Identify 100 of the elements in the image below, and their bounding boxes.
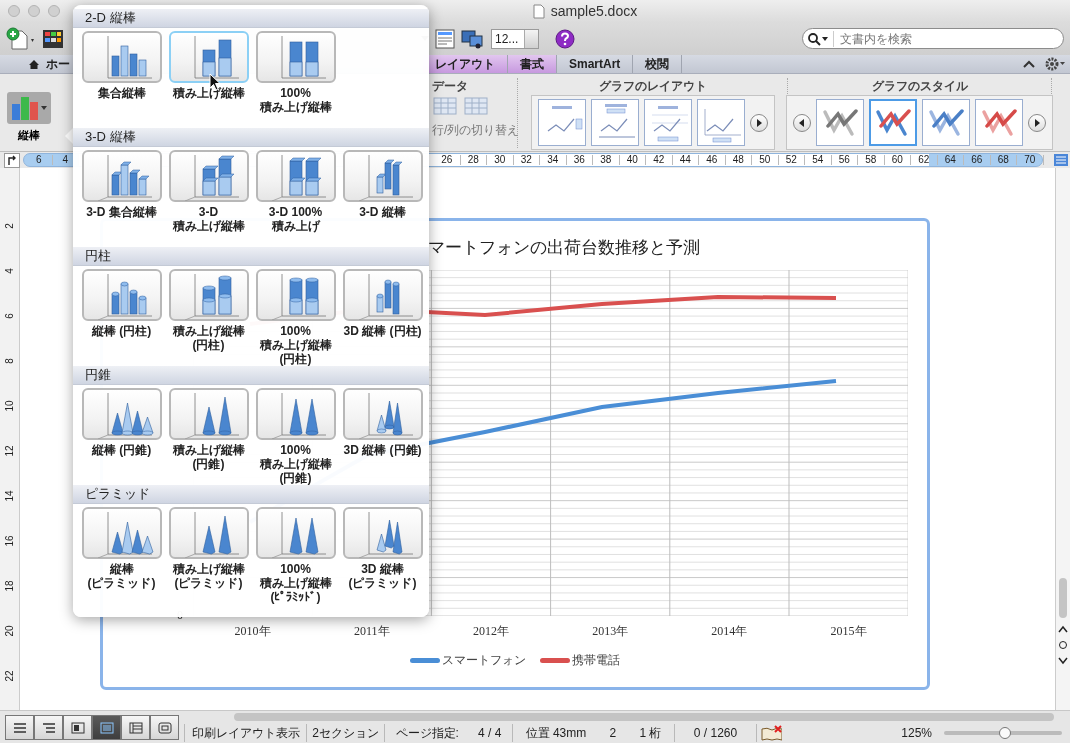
chart-title: マートフォンの出荷台数推移と予測 [428,237,701,259]
ruler-number: 32 [513,155,540,165]
status-text: 印刷レイアウト表示 [191,724,300,742]
window-title: sample5.docx [550,3,638,19]
next-button[interactable] [1028,113,1046,132]
style-option[interactable] [922,99,970,146]
media-icon[interactable] [461,27,485,50]
section-title: 2-D 縦棒 [85,9,136,27]
previous-button[interactable] [793,113,811,132]
ruler-number: 66 [964,155,991,165]
group-title: データ [432,78,468,91]
settings-icon[interactable] [1044,56,1066,72]
switch-row-column-button[interactable]: 行/列の切り替え [432,122,520,139]
new-document-icon[interactable] [6,26,36,51]
book-icon[interactable] [761,725,782,741]
next-button[interactable] [749,113,768,132]
notebook-icon [128,721,143,734]
ruler-number: 48 [725,155,752,165]
ruler-number: 46 [699,155,726,165]
zoom-percent: 125% [901,726,932,740]
style-option[interactable] [975,99,1023,146]
ruler-number: 58 [858,155,885,165]
ribbon-tab[interactable]: 書式 [508,55,557,73]
browse-icon[interactable] [1058,640,1068,650]
tab-stop-button[interactable] [4,152,20,168]
ruler-number: 6 [26,155,53,165]
status-text: 2 [609,726,617,740]
view-button[interactable] [5,715,34,740]
layout-icon[interactable] [435,28,455,49]
ruler-number: 50 [752,155,779,165]
section-title: 円錐 [85,366,111,384]
table-icon [463,95,489,117]
status-text: 4 / 4 [478,726,502,740]
play-icon [754,118,763,127]
outline-icon [41,721,56,734]
lines-icon [12,721,27,734]
chart-type-option[interactable]: 100% 積み上げ縦棒 (ﾋﾟﾗﾐｯﾄﾞ) [252,507,339,604]
ruler-number: 44 [672,155,699,165]
status-text: ページ指定: [395,724,459,742]
status-text: 2セクション [312,724,379,742]
vertical-scrollbar[interactable] [1055,168,1070,710]
ruler-number: 38 [593,155,620,165]
document-icon [532,3,545,19]
legend-label: 携帯電話 [572,652,620,669]
ruler-number: 18 [3,580,16,592]
ruler-number: 2 [3,223,16,229]
bar-chart-icon [10,94,48,122]
status-text: 1 桁 [639,724,662,742]
view-button[interactable] [121,715,150,740]
axis-label: 2015年 [829,623,868,640]
line-style-thumbnail [981,107,1017,138]
legend-label: スマートフォン [442,652,526,669]
ruler-number: 26 [434,155,461,165]
ruler-number: 14 [3,490,16,502]
gallery-icon[interactable] [42,27,64,50]
line-style-thumbnail [928,107,964,138]
font-size-field[interactable]: 12... [491,28,539,49]
ruler-number: 8 [3,358,16,364]
section-title: 円柱 [85,247,111,265]
chart-type-option[interactable]: 100% 積み上げ縦棒 (円錐) [252,388,339,485]
style-option[interactable] [816,99,864,146]
ruler-number: 64 [937,155,964,165]
ruler-number: 56 [831,155,858,165]
play-icon [798,118,806,127]
ruler-number: 54 [805,155,832,165]
help-icon[interactable] [555,28,575,49]
ruler-number: 70 [1017,155,1044,165]
ruler-number: 22 [3,670,16,682]
ruler-number: 34 [540,155,567,165]
ruler-number: 12 [3,445,16,457]
section-title: 3-D 縦棒 [85,128,136,146]
axis-label: 2014年 [710,623,749,640]
ruler-number: 62 [911,155,938,165]
view-button[interactable] [63,715,92,740]
search-field[interactable]: 文書内を検索 [802,28,1064,49]
slider-thumb[interactable] [999,727,1012,739]
next-page-icon[interactable] [1058,656,1068,666]
previous-page-icon[interactable] [1058,624,1068,634]
axis-label: 2012年 [471,623,510,640]
publishing-icon [70,721,85,734]
ruler-toggle-icon[interactable] [1054,154,1068,166]
page-icon [99,721,114,734]
view-button[interactable] [34,715,63,740]
ruler-number: 36 [566,155,593,165]
table-icon [432,95,458,117]
ruler-number: 60 [884,155,911,165]
ruler-number: 42 [646,155,673,165]
chart-type-option[interactable]: 100% 積み上げ縦棒 (円柱) [252,269,339,366]
search-input[interactable]: 文書内を検索 [833,30,1063,47]
style-option[interactable] [869,99,917,146]
fullscreen-icon [157,721,172,734]
scrollbar-thumb[interactable] [234,713,1054,721]
line-style-thumbnail [822,107,858,138]
return-arrow-icon [7,155,17,165]
ruler-number: 52 [778,155,805,165]
scrollbar-thumb[interactable] [1059,578,1067,618]
ruler-number: 68 [990,155,1017,165]
section-title: ピラミッド [85,485,150,503]
ruler-number: 20 [3,625,16,637]
search-icon[interactable] [807,31,829,46]
